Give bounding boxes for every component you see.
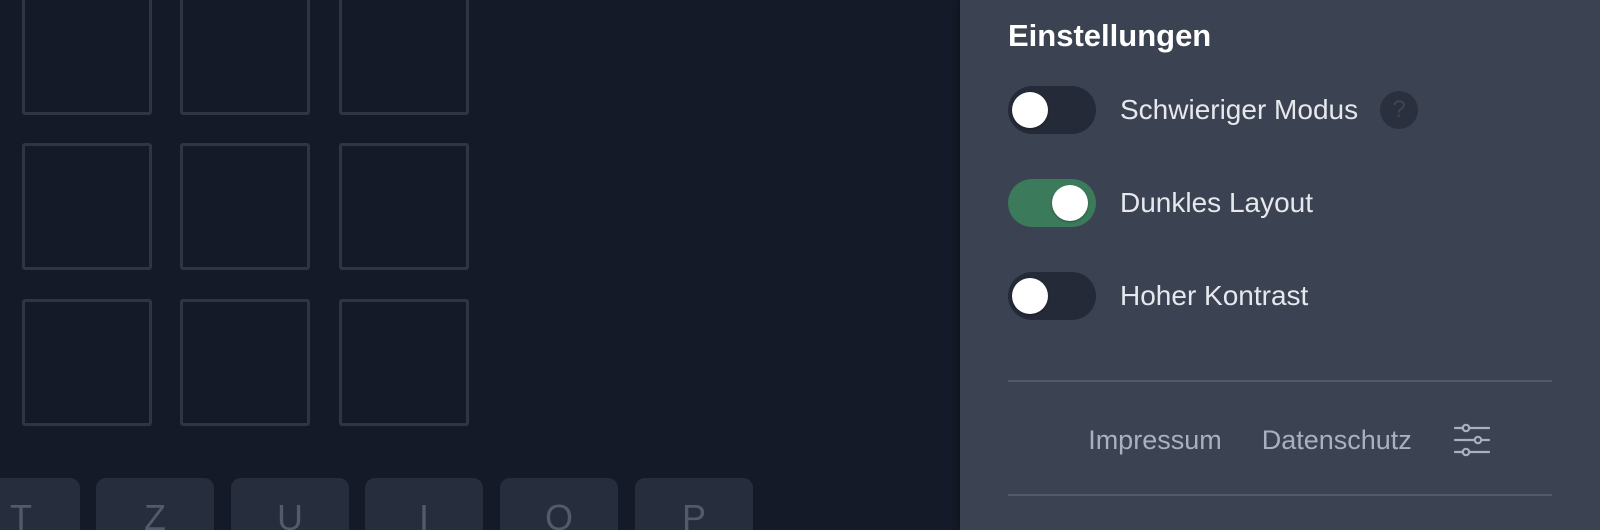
key-u[interactable]: U bbox=[231, 478, 349, 530]
letter-tile bbox=[22, 143, 152, 270]
dark-layout-label: Dunkles Layout bbox=[1120, 187, 1314, 218]
toggle-knob bbox=[1012, 92, 1048, 128]
settings-panel: Einstellungen Schwieriger Modus ? Dunkle… bbox=[960, 0, 1600, 530]
key-p[interactable]: P bbox=[635, 478, 753, 530]
letter-tile bbox=[339, 143, 469, 270]
game-board-area: T Z U I O P bbox=[0, 0, 960, 530]
hard-mode-label: Schwieriger Modus bbox=[1120, 94, 1359, 125]
letter-tile bbox=[180, 0, 310, 115]
setting-dark-layout: Dunkles Layout bbox=[1008, 178, 1313, 228]
letter-tile bbox=[180, 299, 310, 426]
hard-mode-toggle[interactable] bbox=[1008, 86, 1096, 134]
question-icon[interactable]: ? bbox=[1380, 91, 1419, 129]
key-i[interactable]: I bbox=[365, 478, 483, 530]
letter-tile bbox=[339, 0, 469, 115]
settings-footer: Impressum Datenschutz bbox=[1008, 410, 1552, 470]
sliders-icon[interactable] bbox=[1452, 420, 1492, 460]
settings-title: Einstellungen bbox=[1008, 18, 1212, 53]
toggle-knob bbox=[1052, 185, 1088, 221]
privacy-link[interactable]: Datenschutz bbox=[1262, 425, 1412, 456]
key-o[interactable]: O bbox=[500, 478, 618, 530]
key-z[interactable]: Z bbox=[96, 478, 214, 530]
high-contrast-label: Hoher Kontrast bbox=[1120, 280, 1309, 311]
letter-tile bbox=[22, 299, 152, 426]
letter-tile bbox=[180, 143, 310, 270]
divider bbox=[1008, 380, 1552, 382]
app-window: T Z U I O P Einstellungen Schwieriger Mo… bbox=[0, 0, 1600, 530]
divider bbox=[1008, 494, 1552, 496]
letter-tile bbox=[22, 0, 152, 115]
toggle-knob bbox=[1012, 278, 1048, 314]
high-contrast-toggle[interactable] bbox=[1008, 272, 1096, 320]
letter-tile bbox=[339, 299, 469, 426]
setting-high-contrast: Hoher Kontrast bbox=[1008, 271, 1308, 321]
dark-layout-toggle[interactable] bbox=[1008, 179, 1096, 227]
imprint-link[interactable]: Impressum bbox=[1088, 425, 1222, 456]
setting-hard-mode: Schwieriger Modus ? bbox=[1008, 85, 1419, 135]
key-t[interactable]: T bbox=[0, 478, 80, 530]
